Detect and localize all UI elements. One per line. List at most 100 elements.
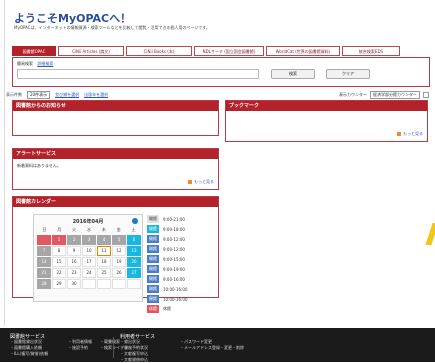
day-cell[interactable]: 3: [82, 235, 96, 245]
counter-label: 表示カウンター: [339, 92, 367, 97]
tab-cinii-books[interactable]: CiNii Books (本): [126, 46, 192, 56]
alert-message: 新着資料はありません。: [17, 163, 61, 168]
day-cell[interactable]: 13: [127, 246, 141, 256]
dropdown-arrow-icon[interactable]: [423, 92, 429, 98]
day-cell[interactable]: 19: [112, 257, 126, 267]
day-cell[interactable]: 5: [112, 235, 126, 245]
display-count-label: 表示件数: [6, 92, 22, 97]
left-border: [4, 0, 5, 326]
more-icon: [188, 180, 192, 184]
day-cell[interactable]: 12: [112, 246, 126, 256]
weekday-sun: 日: [42, 227, 47, 232]
tab-ndl-search[interactable]: NDLサーチ (国立国会図書館): [194, 46, 264, 56]
footer-link[interactable]: ・文献貸借申込: [120, 357, 148, 363]
day-cell[interactable]: 14: [37, 257, 51, 267]
day-cell[interactable]: 2: [67, 235, 81, 245]
legend-row: 開館 9:00-21:00: [147, 214, 217, 224]
legend-box: 開館: [147, 275, 159, 283]
clear-button[interactable]: クリア: [326, 69, 370, 79]
day-cell[interactable]: 10: [82, 246, 96, 256]
footer: 図書館サービス ・図書館貸出状況 ・図書館購入依頼 ・ILL(複写/貸借)依頼 …: [0, 328, 435, 362]
news-panel: 図書館からのお知らせ: [12, 100, 219, 136]
search-button[interactable]: 検索: [271, 69, 315, 79]
sort-order-link[interactable]: 並び順を選択: [55, 92, 79, 98]
day-cell[interactable]: 24: [82, 268, 96, 278]
day-cell[interactable]: 26: [112, 268, 126, 278]
legend-row: 開館 9:00-19:00: [147, 264, 217, 274]
alert-panel: アラートサービス 新着資料はありません。 もっと見る: [12, 148, 219, 190]
alert-title: アラートサービス: [13, 149, 218, 159]
footer-link[interactable]: ・施設予約: [68, 345, 88, 351]
day-cell[interactable]: 7: [37, 246, 51, 256]
tab-worldcat[interactable]: WorldCat (世界の図書館資料): [266, 46, 340, 56]
day-cell[interactable]: 25: [97, 268, 111, 278]
alert-more-link[interactable]: もっと見る: [188, 179, 214, 185]
weekday-tue: 火: [72, 227, 77, 232]
calendar-body: 2016年04月 日 月 火 水 木 金 土 1 2 3 4 5 6 7 8 9…: [13, 207, 218, 313]
search-panel: 簡易検索 詳細検索 検索 クリア: [12, 57, 430, 87]
day-cell[interactable]: 11: [97, 246, 111, 256]
day-cell[interactable]: 15: [52, 257, 66, 267]
page-subtitle: MyOPACは、インターネットの情報資源・検索ツールなどを比較して閲覧・活用でき…: [14, 25, 210, 30]
legend-time: 9:00-15:00: [163, 256, 185, 262]
legend-time: 9:00-16:00: [163, 276, 185, 282]
day-cell[interactable]: 21: [37, 268, 51, 278]
day-cell[interactable]: 23: [67, 268, 81, 278]
day-cell[interactable]: 16: [67, 257, 81, 267]
legend-time: 9:00-12:00: [163, 236, 185, 242]
alert-more-label[interactable]: もっと見る: [194, 179, 214, 185]
counter-select[interactable]: 経済学部分館カウンター: [370, 91, 420, 99]
day-cell[interactable]: 9: [67, 246, 81, 256]
day-cell[interactable]: [127, 279, 141, 289]
weekday-thu: 木: [101, 227, 106, 232]
day-cell[interactable]: 30: [67, 279, 81, 289]
day-cell[interactable]: 8: [52, 246, 66, 256]
detail-search-link[interactable]: 詳細検索: [37, 61, 53, 66]
day-cell[interactable]: 22: [52, 268, 66, 278]
bookmark-more-label[interactable]: もっと見る: [403, 131, 423, 137]
day-cell[interactable]: [82, 279, 96, 289]
calendar-widget: 2016年04月 日 月 火 水 木 金 土 1 2 3 4 5 6 7 8 9…: [33, 214, 143, 302]
bookmark-body: もっと見る: [226, 111, 427, 141]
day-cell[interactable]: 1: [52, 235, 66, 245]
calendar-panel: 図書館カレンダー 2016年04月 日 月 火 水 木 金 土 1 2 3 4 …: [12, 196, 219, 313]
tab-library-opac[interactable]: 図書館OPAC: [12, 46, 56, 56]
display-count-select[interactable]: 20件表示: [27, 91, 51, 99]
counter-options: 表示カウンター 経済学部分館カウンター: [339, 91, 429, 99]
publication-year-link[interactable]: 出版年を選択: [84, 92, 108, 98]
legend-time: 9:00-18:00: [163, 226, 185, 232]
legend-box: 開館: [147, 215, 159, 223]
tab-cinii-articles[interactable]: CiNii Articles (論文): [58, 46, 124, 56]
legend-row: 開館 9:00-16:00: [147, 274, 217, 284]
weekday-fri: 金: [116, 227, 121, 232]
footer-separator: [113, 337, 114, 358]
legend-time: 休館: [163, 306, 171, 311]
footer-link[interactable]: ・ILL(複写/貸借)依頼: [10, 351, 48, 357]
bookmark-more-link[interactable]: もっと見る: [397, 131, 423, 137]
alert-body: 新着資料はありません。 もっと見る: [13, 159, 218, 190]
day-cell[interactable]: 28: [37, 279, 51, 289]
legend-row: 開館 9:00-12:00: [147, 244, 217, 254]
day-cell[interactable]: 18: [97, 257, 111, 267]
legend-box: 開館: [147, 245, 159, 253]
day-cell[interactable]: 29: [52, 279, 66, 289]
day-cell[interactable]: 20: [127, 257, 141, 267]
legend-row: 開館 10:00-16:00: [147, 284, 217, 294]
day-cell[interactable]: 4: [97, 235, 111, 245]
day-cell[interactable]: [37, 235, 51, 245]
weekday-sat: 土: [131, 227, 136, 232]
legend-row: 開館 9:00-12:00: [147, 234, 217, 244]
day-cell[interactable]: 17: [82, 257, 96, 267]
page-title: ようこそMyOPACへ！: [14, 12, 132, 25]
footer-link[interactable]: ・メールアドレス登録・変更・削除: [180, 345, 244, 351]
legend-box: 開館: [147, 295, 159, 303]
legend-time: 9:00-12:00: [163, 246, 185, 252]
search-input[interactable]: [17, 69, 259, 79]
day-cell[interactable]: [97, 279, 111, 289]
day-cell[interactable]: [112, 279, 126, 289]
next-month-icon[interactable]: [132, 218, 138, 224]
day-cell[interactable]: 6: [127, 235, 141, 245]
tab-eds[interactable]: 統合検索EDS: [342, 46, 400, 56]
day-cell[interactable]: 27: [127, 268, 141, 278]
legend-box: 開館: [147, 235, 159, 243]
